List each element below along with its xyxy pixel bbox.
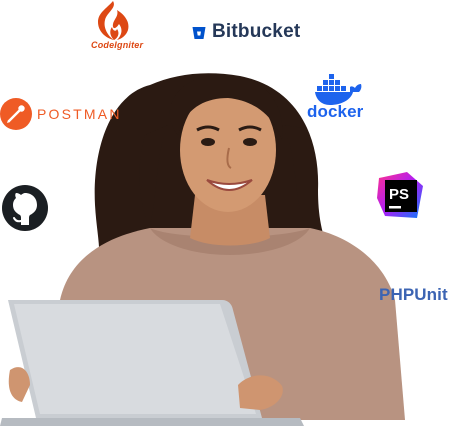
tech-logos-hero: CodeIgniter Bitbucket docker POSTMAN PS … [0, 0, 467, 433]
bitbucket-label: Bitbucket [212, 21, 301, 42]
phpunit-label: PHPUnit [379, 285, 448, 304]
codeigniter-flame-icon [98, 1, 129, 40]
docker-label: docker [307, 102, 364, 121]
postman-label: POSTMAN [37, 106, 122, 122]
postman-rocket-icon [0, 98, 32, 130]
phpstorm-ps-icon: PS [377, 172, 423, 218]
codeigniter-label: CodeIgniter [91, 40, 144, 50]
docker-whale-icon [315, 74, 362, 105]
bitbucket-bucket-icon [192, 27, 206, 39]
github-octocat-icon [2, 185, 48, 231]
phpstorm-ps-label: PS [389, 186, 409, 203]
